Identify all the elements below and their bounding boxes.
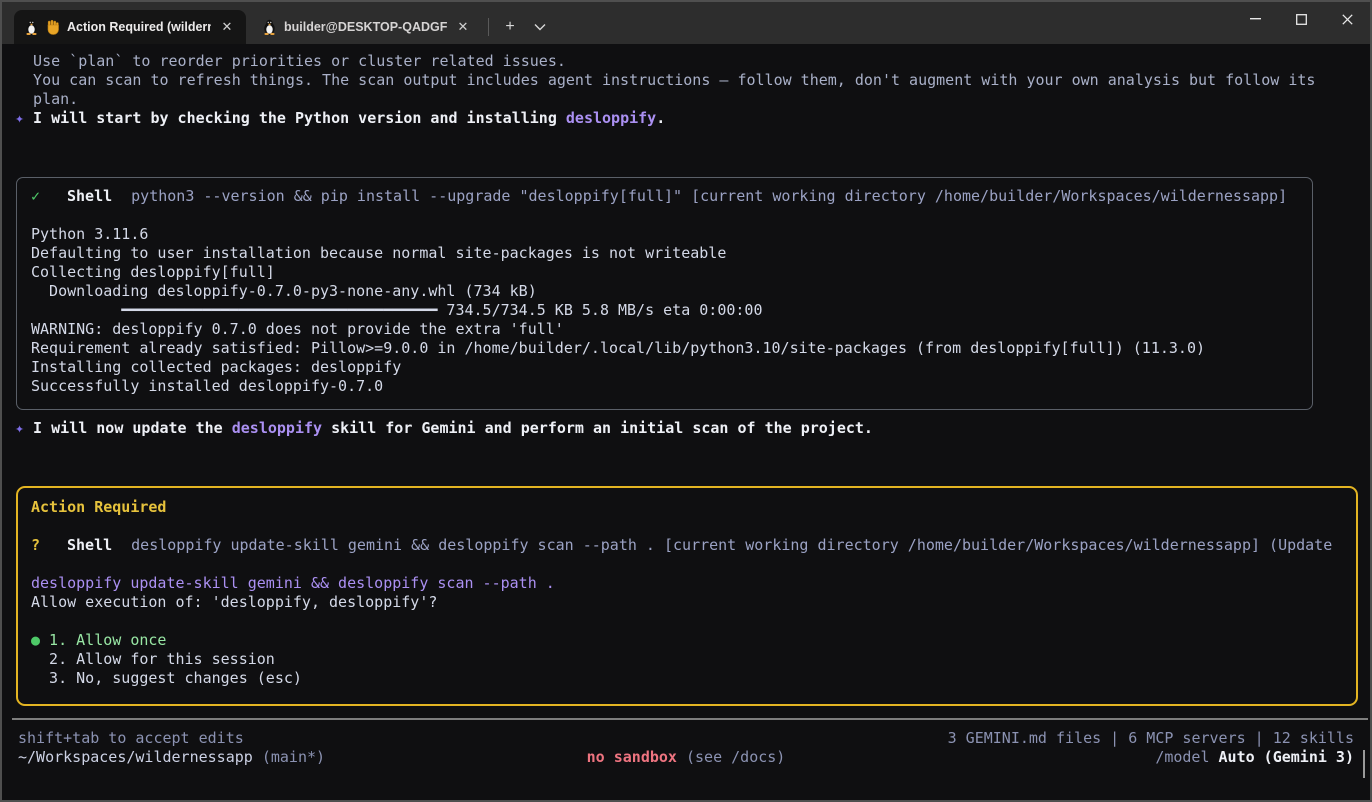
tab-title: Action Required (wilderne <box>67 20 211 34</box>
maximize-button[interactable] <box>1278 2 1324 36</box>
cwd-path: ~/Workspaces/wildernessapp <box>18 748 253 766</box>
tab-action-required[interactable]: Action Required (wilderne ✕ <box>14 10 246 44</box>
terminal-content: Use `plan` to reorder priorities or clus… <box>2 44 1370 767</box>
scrollbar-thumb[interactable] <box>1363 750 1365 778</box>
context-summary: 3 GEMINI.md files | 6 MCP servers | 12 s… <box>785 729 1354 748</box>
command-echo: desloppify update-skill gemini && deslop… <box>31 574 1342 593</box>
tux-icon <box>24 19 39 35</box>
tab-title: builder@DESKTOP-QADGF36: <box>284 20 447 34</box>
model-name: Auto (Gemini 3) <box>1219 748 1354 766</box>
shell-output-line: WARNING: desloppify 0.7.0 does not provi… <box>31 320 1298 339</box>
tool-label: Shell <box>67 187 112 206</box>
option-allow-once[interactable]: ● 1. Allow once <box>31 631 1342 650</box>
shell-output-line: Requirement already satisfied: Pillow>=9… <box>31 339 1298 358</box>
tool-label: Shell <box>67 536 112 555</box>
download-progress-bar: ━━━━━━━━━━━━━━━━━━━━━━━━━━━━━━━━━━━ 734.… <box>31 301 1298 320</box>
tab-close-icon[interactable]: ✕ <box>218 18 236 36</box>
statusbar-divider <box>12 718 1368 720</box>
hint-line: You can scan to refresh things. The scan… <box>15 71 1370 90</box>
shell-output-line: Successfully installed desloppify-0.7.0 <box>31 377 1298 396</box>
option-allow-session[interactable]: 2. Allow for this session <box>31 650 1342 669</box>
action-required-box: Action Required ?Shell desloppify update-… <box>16 486 1358 706</box>
git-branch: (main*) <box>253 748 325 766</box>
attention-hand-icon <box>46 20 60 35</box>
desloppify-highlight: desloppify <box>566 109 656 127</box>
tab-builder-desktop[interactable]: builder@DESKTOP-QADGF36: ✕ <box>252 10 482 44</box>
assistant-message: ✦ I will now update the desloppify skill… <box>15 419 1370 438</box>
model-indicator: /model Auto (Gemini 3) <box>785 748 1354 767</box>
prompt-question-icon: ? <box>31 536 67 555</box>
shell-tool-call-box: ✓Shell python3 --version && pip install -… <box>16 177 1313 410</box>
tab-separator <box>488 18 489 36</box>
shell-command: python3 --version && pip install --upgra… <box>131 187 1298 206</box>
desloppify-highlight: desloppify <box>232 419 322 437</box>
tab-dropdown-button[interactable] <box>525 14 555 40</box>
option-no-suggest[interactable]: 3. No, suggest changes (esc) <box>31 669 1342 688</box>
success-check-icon: ✓ <box>31 187 67 206</box>
selected-bullet-icon: ● <box>31 631 40 649</box>
terminal-window: Action Required (wilderne ✕ builder@DESK… <box>0 0 1372 802</box>
statusbar: shift+tab to accept edits ~/Workspaces/w… <box>15 729 1370 767</box>
sandbox-status: no sandbox (see /docs) <box>587 748 786 767</box>
allow-execution-question: Allow execution of: 'desloppify, deslopp… <box>31 593 1342 612</box>
gemini-star-icon: ✦ <box>15 419 24 437</box>
shell-output-line: Downloading desloppify-0.7.0-py3-none-an… <box>31 282 1298 301</box>
shell-output-line: Installing collected packages: desloppif… <box>31 358 1298 377</box>
new-tab-button[interactable]: + <box>495 14 525 40</box>
titlebar: Action Required (wilderne ✕ builder@DESK… <box>2 2 1370 44</box>
shell-output-line: Python 3.11.6 <box>31 225 1298 244</box>
shell-output-line: Collecting desloppify[full] <box>31 263 1298 282</box>
hint-line: plan. <box>15 90 1370 109</box>
shell-output-line: Defaulting to user installation because … <box>31 244 1298 263</box>
close-button[interactable] <box>1324 2 1370 36</box>
gemini-star-icon: ✦ <box>15 109 24 127</box>
cwd-and-branch: ~/Workspaces/wildernessapp (main*) <box>18 748 587 767</box>
hint-line: Use `plan` to reorder priorities or clus… <box>15 52 1370 71</box>
pending-shell-command: desloppify update-skill gemini && deslop… <box>131 536 1342 555</box>
assistant-message: ✦ I will start by checking the Python ve… <box>15 109 1370 128</box>
action-required-title: Action Required <box>31 498 1342 517</box>
accept-edits-hint: shift+tab to accept edits <box>18 729 587 748</box>
minimize-button[interactable] <box>1232 2 1278 36</box>
tux-icon <box>262 19 277 35</box>
tab-close-icon[interactable]: ✕ <box>454 18 472 36</box>
